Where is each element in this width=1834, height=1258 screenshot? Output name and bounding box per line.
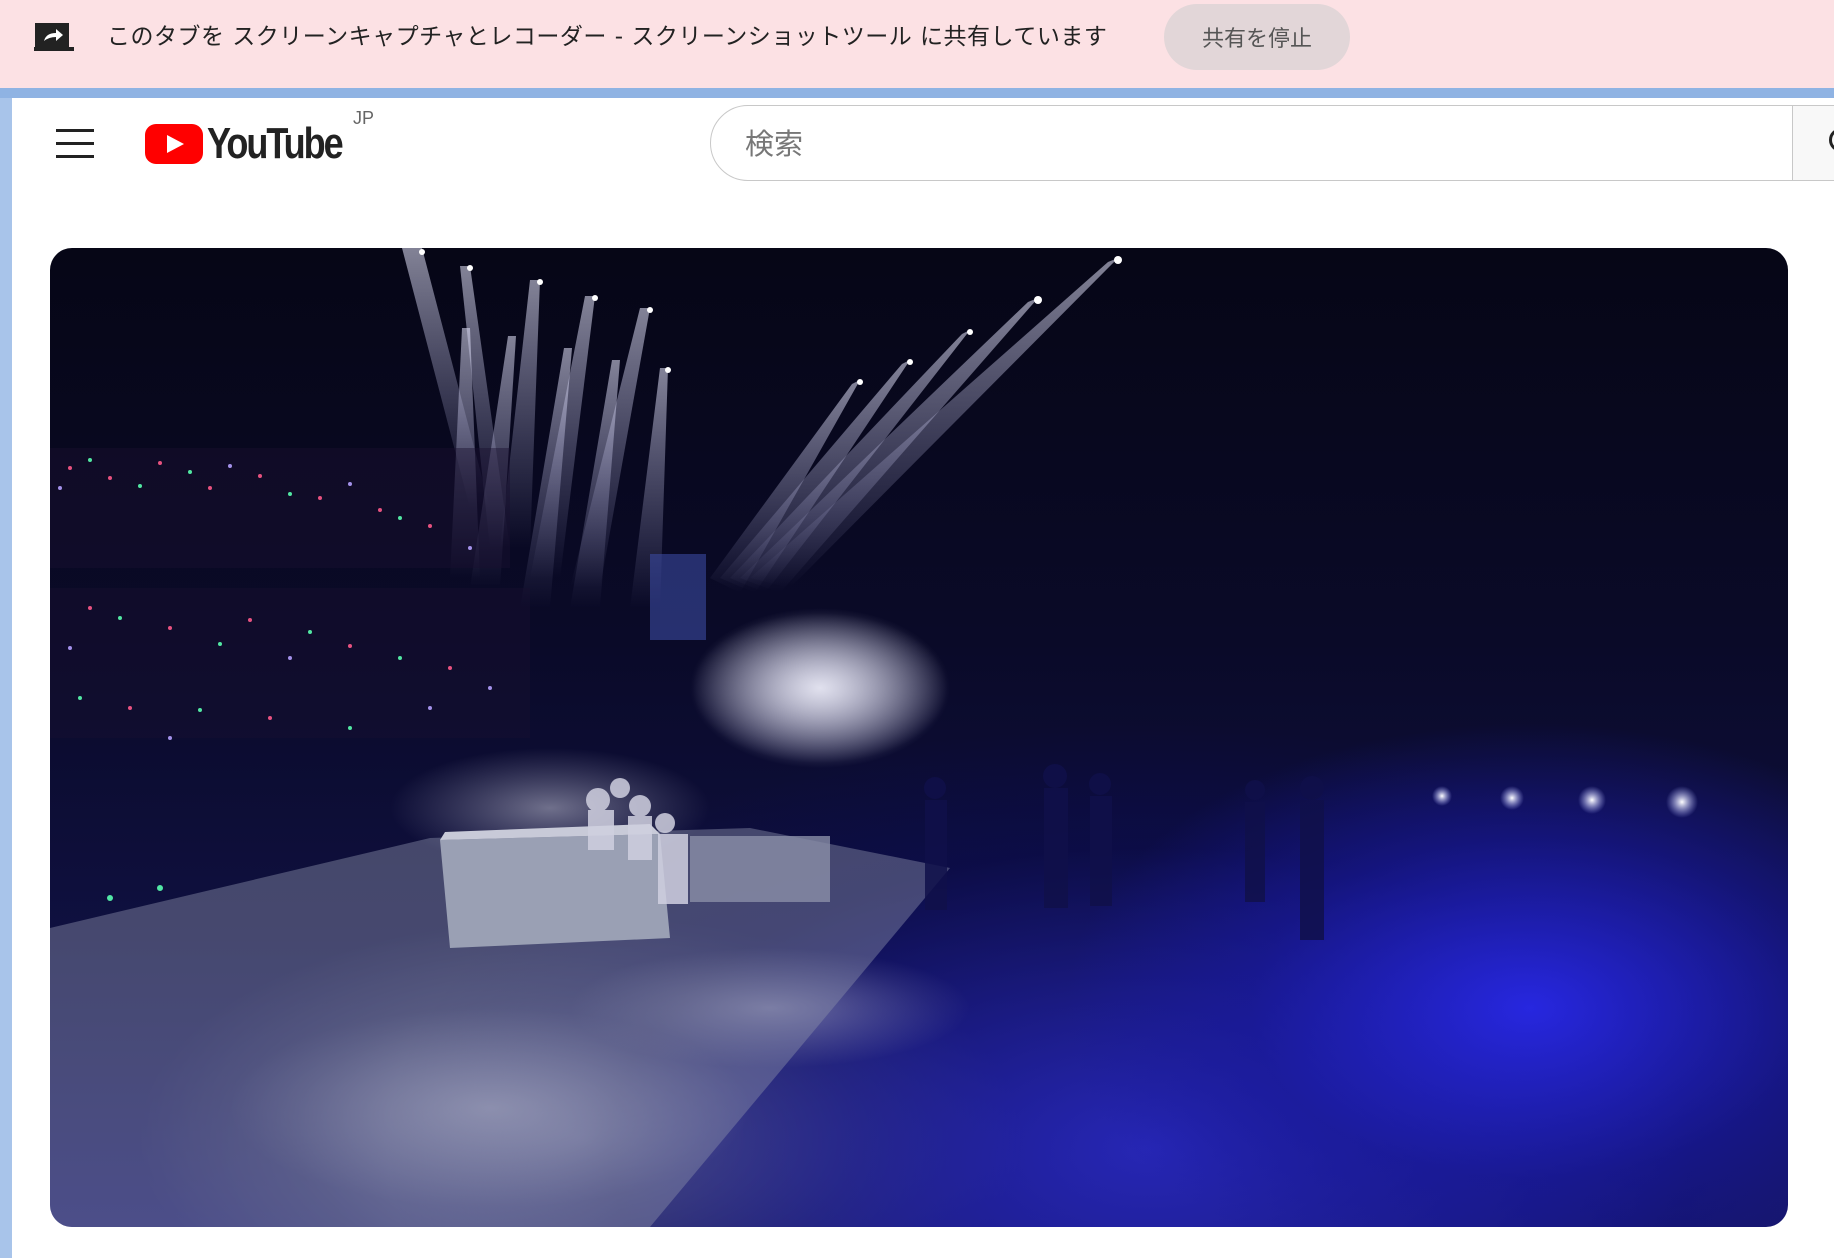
dancer-silhouettes	[924, 764, 1324, 940]
browser-tab-strip	[0, 88, 1834, 98]
share-screen-icon	[34, 23, 74, 51]
share-message: このタブを スクリーンキャプチャとレコーダー - スクリーンショットツール に共…	[107, 24, 1108, 50]
youtube-logo[interactable]: YouTube JP	[145, 108, 385, 168]
hamburger-menu-icon[interactable]	[56, 129, 94, 159]
stage-smoke	[690, 608, 950, 768]
stop-sharing-button[interactable]: 共有を停止	[1164, 4, 1350, 70]
video-player[interactable]	[50, 248, 1788, 1227]
floor-spotlights	[1432, 786, 1698, 818]
video-frame	[50, 248, 1698, 1227]
youtube-header: YouTube JP	[12, 98, 1834, 198]
search-input[interactable]	[743, 120, 1747, 168]
screen-share-bar: このタブを スクリーンキャプチャとレコーダー - スクリーンショットツール に共…	[0, 0, 1834, 88]
window-edge	[0, 98, 12, 1258]
search-button[interactable]	[1793, 105, 1834, 181]
stage-screen	[650, 554, 706, 640]
logo-text: YouTube	[207, 119, 344, 168]
logo-region-code: JP	[353, 108, 375, 128]
search-icon	[1829, 128, 1834, 152]
youtube-play-icon	[145, 124, 203, 164]
search-box	[710, 105, 1793, 181]
